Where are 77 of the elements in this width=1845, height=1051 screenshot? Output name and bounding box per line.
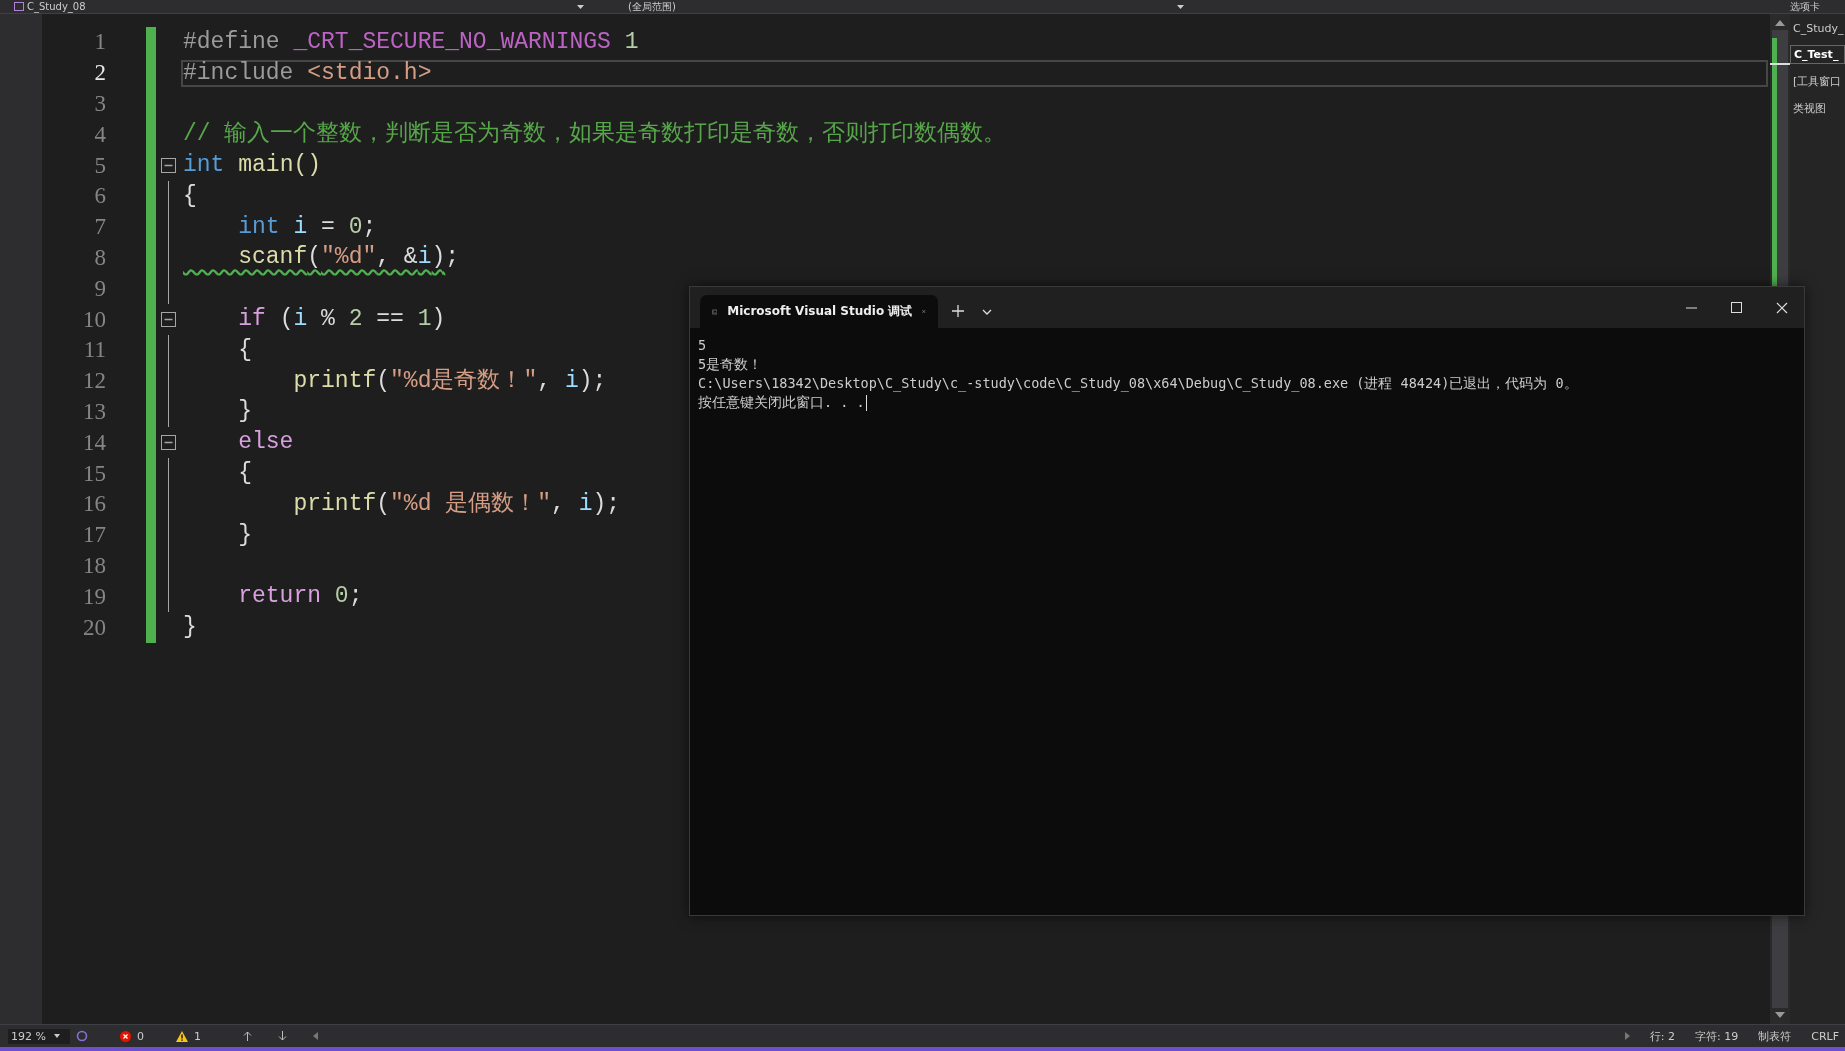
line-number: 8 bbox=[93, 244, 106, 271]
code-line: { bbox=[237, 460, 252, 488]
line-number: 9 bbox=[93, 275, 106, 302]
scroll-down-icon[interactable] bbox=[1775, 1012, 1785, 1018]
side-tab[interactable]: C_Test_ bbox=[1790, 45, 1845, 64]
code-line: scanf("%d", &i); bbox=[237, 244, 460, 272]
caret-icon bbox=[53, 1034, 60, 1038]
code-line: #include <stdio.h> bbox=[182, 59, 432, 87]
line-number: 4 bbox=[93, 121, 106, 148]
line-number: 7 bbox=[93, 214, 106, 241]
line-ending-indicator[interactable]: CRLF bbox=[1811, 1029, 1839, 1043]
code-line: printf("%d 是偶数！", i); bbox=[292, 490, 621, 518]
code-line: } bbox=[182, 614, 197, 642]
line-number: 1 bbox=[93, 29, 106, 56]
line-number: 5 bbox=[93, 152, 106, 179]
code-line: } bbox=[237, 521, 252, 549]
line-number: 6 bbox=[93, 183, 106, 210]
warning-icon bbox=[176, 1030, 188, 1042]
scroll-up-icon[interactable] bbox=[1775, 20, 1785, 26]
code-line: return 0; bbox=[237, 583, 363, 611]
warning-count[interactable]: 1 bbox=[194, 1029, 201, 1043]
error-icon bbox=[120, 1030, 131, 1042]
line-number: 13 bbox=[82, 398, 106, 425]
indent-indicator[interactable]: 制表符 bbox=[1758, 1028, 1792, 1044]
project-dropdown[interactable]: C_Study_08 bbox=[0, 0, 588, 13]
line-number: 2 bbox=[93, 60, 106, 87]
dropdown-icon[interactable] bbox=[982, 309, 992, 315]
line-number: 17 bbox=[82, 522, 106, 549]
code-line: int i = 0; bbox=[237, 213, 377, 241]
code-line: printf("%d是奇数！", i); bbox=[292, 367, 607, 395]
console-output-line: 5是奇数！ bbox=[698, 355, 763, 374]
line-indicator: 行: 2 bbox=[1649, 1028, 1675, 1044]
caret-icon bbox=[577, 4, 584, 9]
code-line: } bbox=[237, 398, 252, 426]
new-tab-icon[interactable] bbox=[952, 305, 964, 317]
line-number: 11 bbox=[82, 337, 106, 364]
line-number: 14 bbox=[82, 429, 106, 456]
terminal-tab[interactable]: Microsoft Visual Studio 调试 bbox=[700, 295, 938, 328]
line-number: 16 bbox=[82, 491, 106, 518]
line-number: 15 bbox=[82, 460, 106, 487]
char-indicator: 字符: 19 bbox=[1695, 1028, 1739, 1044]
zoom-dropdown[interactable]: 192 % bbox=[8, 1028, 70, 1044]
up-arrow-icon[interactable] bbox=[243, 1031, 252, 1041]
line-number: 20 bbox=[82, 614, 106, 641]
collapse-icon[interactable] bbox=[161, 158, 176, 174]
collapse-icon[interactable] bbox=[161, 435, 176, 451]
console-output-line: C:\Users\18342\Desktop\C_Study\c_-study\code\C_Study_08\x64\Debug\C_Study_08.exe (进程 48424)已退出，代码为 0。 bbox=[698, 374, 1578, 393]
scroll-right-icon[interactable] bbox=[1624, 1032, 1630, 1040]
maximize-icon[interactable] bbox=[1731, 302, 1742, 313]
code-line: else bbox=[237, 429, 294, 457]
scope-dropdown[interactable]: (全局范围) bbox=[598, 0, 1188, 13]
project-icon bbox=[14, 2, 24, 11]
minimize-icon[interactable] bbox=[1686, 306, 1697, 309]
side-header: 选项卡 bbox=[1789, 0, 1821, 13]
close-icon[interactable] bbox=[1776, 301, 1788, 314]
caret-icon bbox=[1177, 4, 1184, 9]
console-output-line: 5 bbox=[698, 336, 707, 355]
scroll-left-icon[interactable] bbox=[313, 1032, 318, 1040]
line-number: 19 bbox=[82, 583, 106, 610]
caret-position-marker bbox=[1770, 63, 1790, 65]
side-tab[interactable]: [工具窗口 bbox=[1790, 72, 1845, 91]
line-number: 10 bbox=[82, 306, 106, 333]
error-count[interactable]: 0 bbox=[137, 1029, 144, 1043]
code-line: { bbox=[182, 182, 197, 210]
side-tab[interactable]: 类视图 bbox=[1790, 99, 1845, 118]
code-line: { bbox=[237, 336, 252, 364]
code-line: #define _CRT_SECURE_NO_WARNINGS 1 bbox=[182, 28, 639, 56]
line-number: 3 bbox=[93, 91, 106, 117]
code-line: int main() bbox=[182, 152, 322, 180]
down-arrow-icon[interactable] bbox=[278, 1031, 287, 1041]
line-number: 12 bbox=[82, 368, 106, 395]
collapse-icon[interactable] bbox=[161, 312, 176, 328]
side-tab[interactable]: C_Study_ bbox=[1790, 20, 1845, 37]
line-number: 18 bbox=[82, 552, 106, 579]
code-line: // 输入一个整数，判断是否为奇数，如果是奇数打印是奇数，否则打印数偶数。 bbox=[182, 121, 1007, 149]
code-line: if (i % 2 == 1) bbox=[237, 306, 446, 334]
console-output-line: 按任意键关闭此窗口. . . bbox=[698, 393, 867, 412]
